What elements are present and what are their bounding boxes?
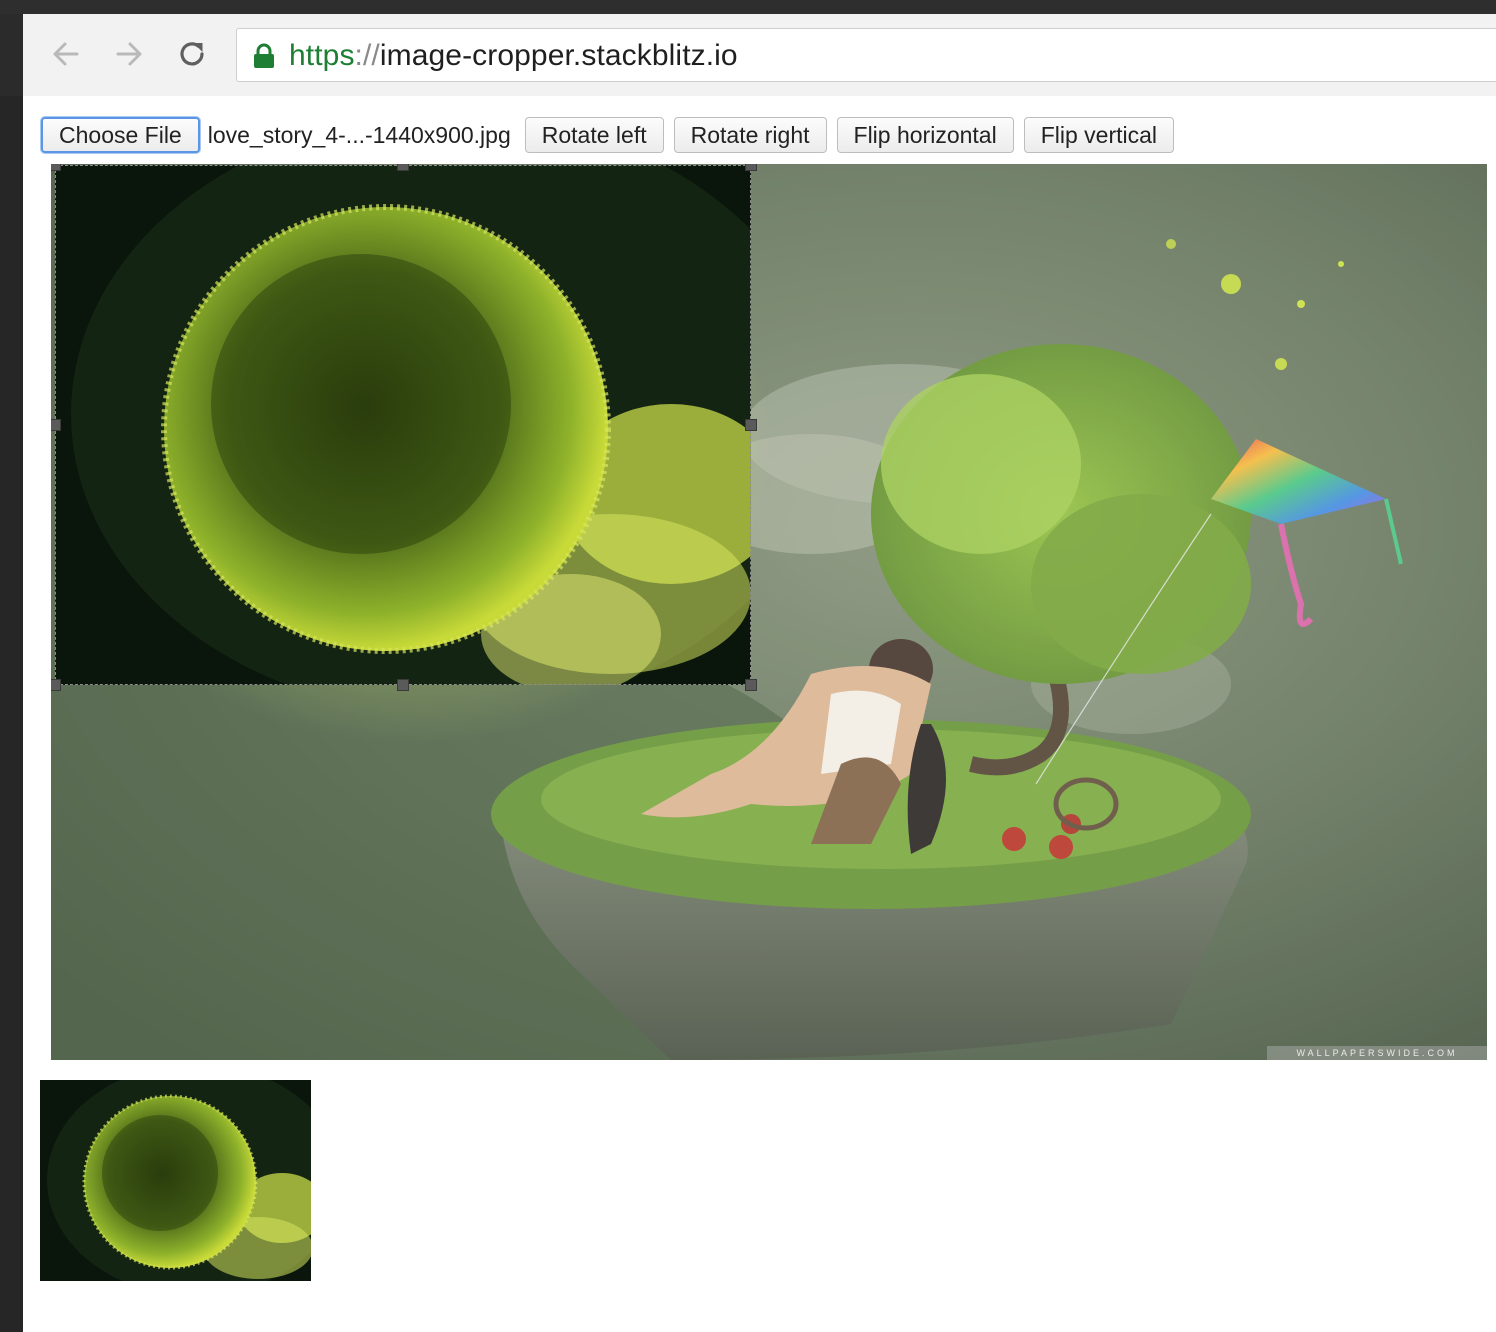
window-left-edge [0,14,23,1332]
url-scheme: https [289,39,355,72]
url-text: https://image-cropper.stackblitz.io [289,39,738,73]
image-cropper[interactable]: WALLPAPERSWIDE.COM [51,164,1487,1060]
flip-vertical-button[interactable]: Flip vertical [1023,117,1175,153]
address-bar[interactable]: https://image-cropper.stackblitz.io [236,28,1496,82]
arrow-right-icon [116,42,142,66]
reload-button[interactable] [172,34,212,74]
cropped-preview-graphic [40,1080,311,1281]
flip-horizontal-button[interactable]: Flip horizontal [836,117,1014,153]
page-content: Choose File love_story_4-...-1440x900.jp… [23,96,1496,1332]
reload-icon [180,42,204,66]
window-top-bar [0,0,1496,14]
choose-file-button[interactable]: Choose File [41,117,200,153]
url-separator: :// [354,39,380,72]
url-host: image-cropper.stackblitz.io [379,39,738,72]
rotate-right-button[interactable]: Rotate right [673,117,827,153]
cropped-preview-image [40,1080,311,1281]
cropper-controls: Choose File love_story_4-...-1440x900.jp… [41,116,1175,154]
selected-file-name: love_story_4-...-1440x900.jpg [207,121,511,148]
rotate-left-button[interactable]: Rotate left [524,117,664,153]
arrow-left-icon [53,42,79,66]
browser-toolbar: https://image-cropper.stackblitz.io [23,14,1496,97]
forward-button[interactable] [109,34,149,74]
source-image [51,164,1487,1060]
back-button[interactable] [46,34,86,74]
lock-icon [254,43,274,68]
